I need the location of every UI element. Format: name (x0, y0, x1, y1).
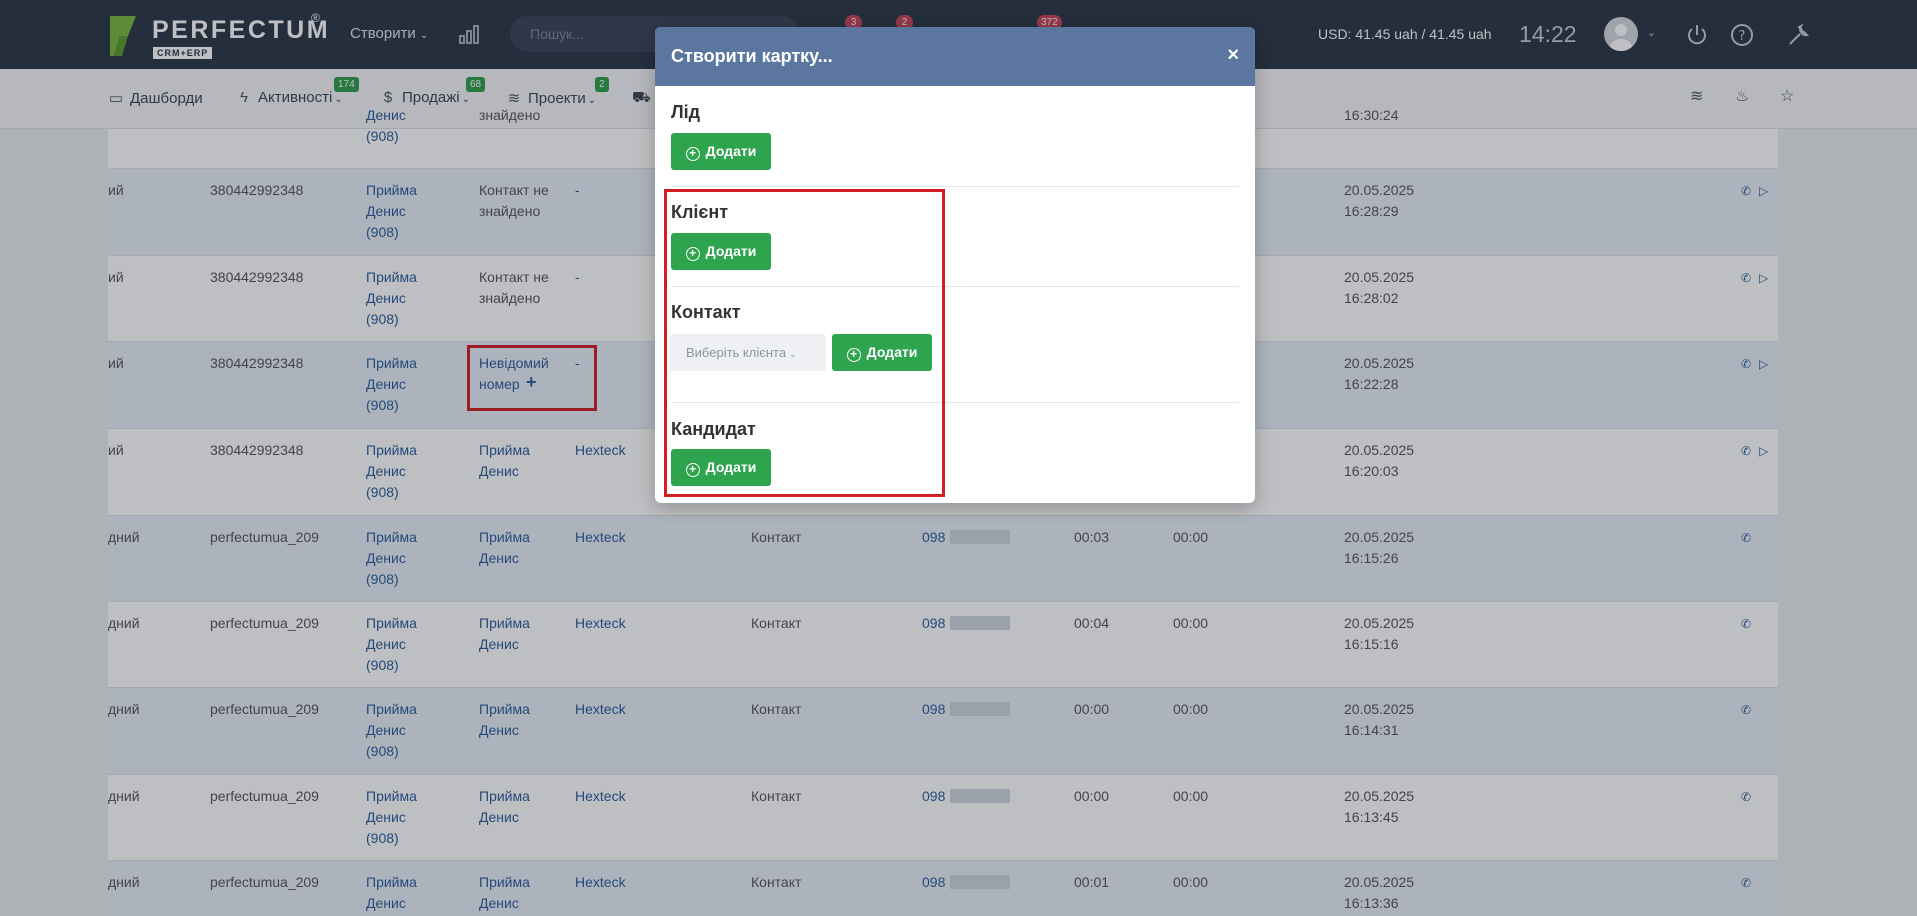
highlight-sections (664, 189, 945, 497)
divider (671, 186, 1239, 187)
close-icon[interactable]: × (1227, 44, 1239, 67)
add-lead-button[interactable]: + Додати (671, 133, 771, 170)
plus-circle-icon: + (685, 147, 700, 161)
modal-header: Створити картку... × (655, 27, 1255, 86)
modal-title: Створити картку... (671, 46, 833, 66)
section-lead: Лід (671, 102, 701, 122)
button-label: Додати (705, 143, 757, 159)
